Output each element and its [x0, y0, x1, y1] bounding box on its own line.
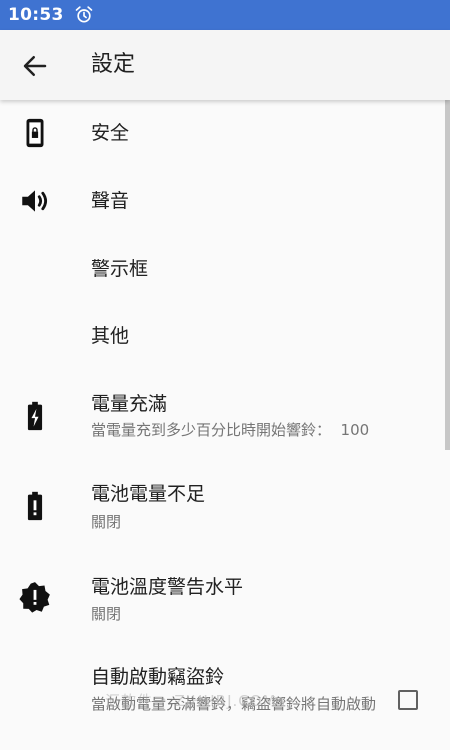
settings-item-alert-box[interactable]: 警示框	[0, 235, 445, 302]
badge-alert-icon	[19, 582, 50, 613]
settings-item-label: 電量充滿	[91, 393, 168, 415]
settings-item-sound[interactable]: 聲音	[0, 167, 445, 235]
settings-item-full-charge[interactable]: 電量充滿 當電量充到多少百分比時開始響鈴： 100	[0, 370, 445, 460]
settings-item-label: 電池溫度警告水平	[91, 576, 244, 598]
settings-item-security[interactable]: 安全	[0, 100, 445, 167]
settings-list: 安全 聲音 警示框 其他 電量充滿 當電量充到多少百分比時開始響鈴： 100 電…	[0, 100, 450, 750]
settings-item-battery-temperature[interactable]: 電池溫度警告水平 關閉	[0, 550, 445, 640]
settings-item-label: 自動啟動竊盜鈴	[91, 666, 225, 688]
volume-icon	[22, 190, 48, 212]
settings-item-label: 安全	[91, 122, 130, 144]
settings-item-summary: 關閉	[91, 605, 122, 623]
status-bar: 10:53	[0, 0, 450, 30]
settings-item-other[interactable]: 其他	[0, 302, 445, 370]
app-bar: 設定	[0, 30, 450, 100]
settings-item-label: 其他	[91, 325, 130, 347]
settings-item-low-battery[interactable]: 電池電量不足 關閉	[0, 460, 445, 550]
settings-item-summary: 關閉	[91, 513, 122, 531]
arrow-left-icon[interactable]	[20, 51, 50, 81]
settings-item-label: 聲音	[91, 190, 130, 212]
battery-charging-icon	[27, 401, 43, 431]
phone-lock-icon	[26, 118, 44, 148]
watermark: 汇软件 • ZJHHRJ.COM	[105, 692, 277, 710]
status-time: 10:53	[8, 5, 64, 25]
page-title: 設定	[91, 52, 136, 77]
settings-item-label: 電池電量不足	[91, 483, 206, 505]
settings-item-label: 警示框	[91, 258, 149, 280]
settings-item-summary: 當電量充到多少百分比時開始響鈴： 100	[91, 421, 370, 439]
battery-alert-icon	[27, 491, 43, 521]
anti-theft-checkbox[interactable]	[398, 690, 418, 710]
alarm-clock-icon	[75, 6, 92, 23]
scrollbar[interactable]	[445, 100, 450, 450]
